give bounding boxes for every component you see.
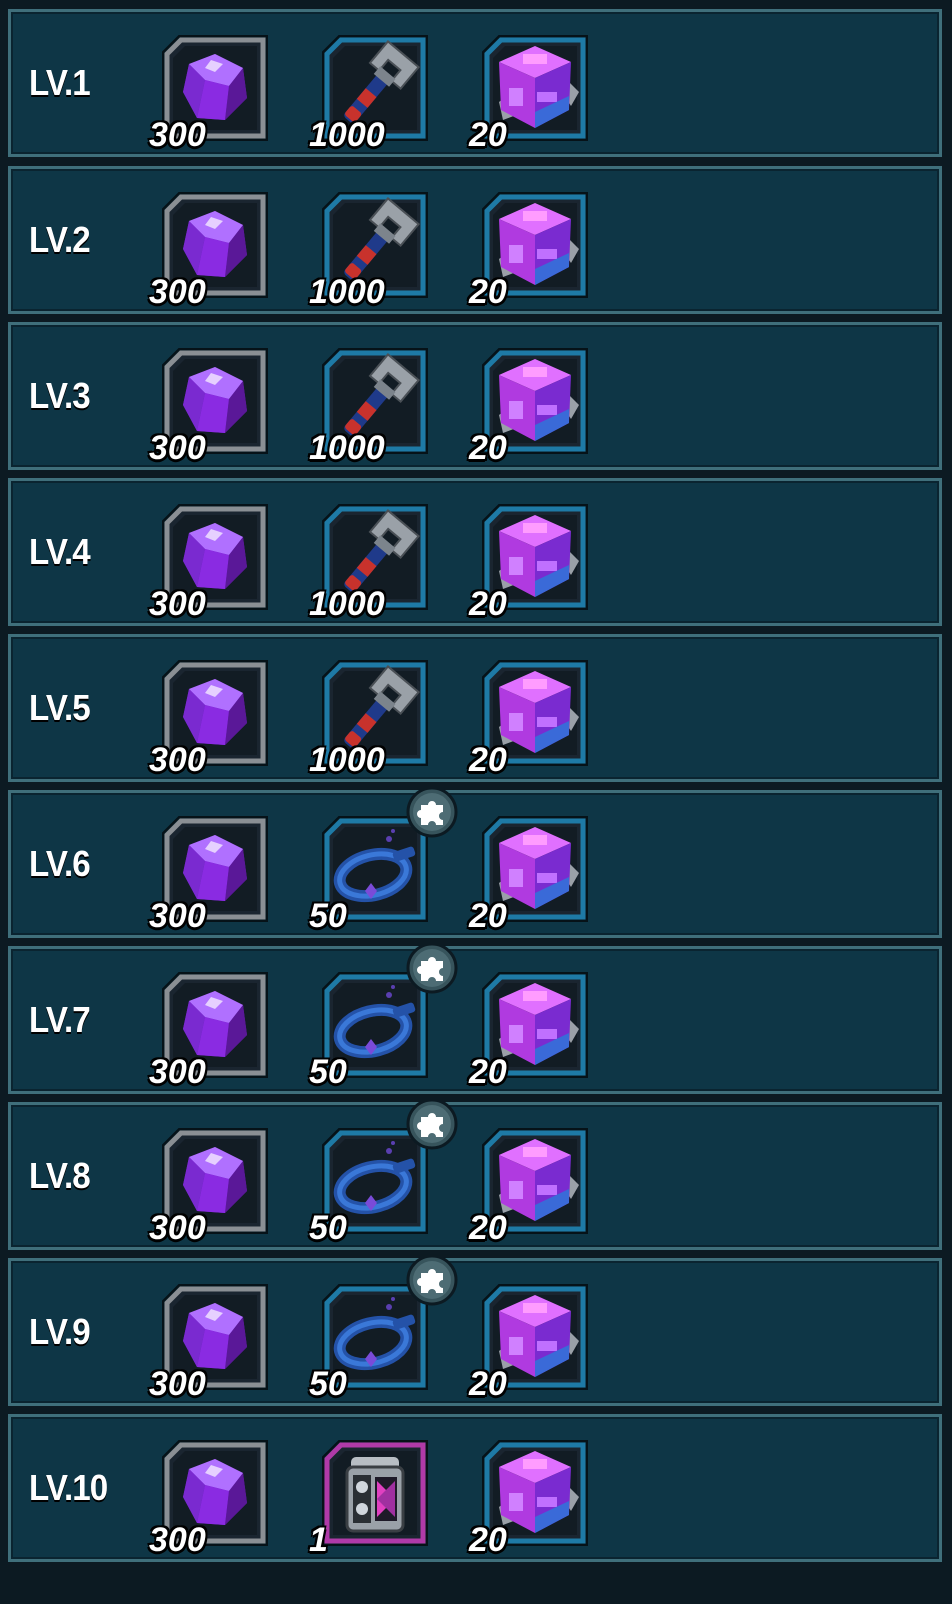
reward-quantity: 1000 — [309, 741, 385, 779]
reward-quantity: 20 — [469, 741, 507, 779]
reward-quantity: 1000 — [309, 116, 385, 154]
reward-item-slot[interactable]: 300 — [149, 1437, 271, 1557]
reward-quantity: 300 — [149, 585, 206, 623]
level-label: LV.1 — [29, 62, 91, 103]
level-row: LV.8 300 50 20 — [8, 1098, 942, 1250]
reward-quantity: 20 — [469, 897, 507, 935]
reward-item-slot[interactable]: 300 — [149, 1125, 271, 1245]
reward-item-slot[interactable]: 1 — [309, 1437, 431, 1557]
reward-item-slot[interactable]: 300 — [149, 1281, 271, 1401]
level-row: LV.9 300 50 20 — [8, 1254, 942, 1406]
level-row: LV.4 300 1000 20 — [8, 478, 942, 626]
level-row: LV.7 300 50 20 — [8, 942, 942, 1094]
reward-quantity: 300 — [149, 273, 206, 311]
level-label: LV.9 — [29, 1311, 91, 1352]
reward-item-slot[interactable]: 20 — [469, 657, 591, 777]
reward-item-slot[interactable]: 20 — [469, 189, 591, 309]
reward-item-slot[interactable]: 20 — [469, 969, 591, 1089]
level-label: LV.6 — [29, 843, 91, 884]
reward-item-slot[interactable]: 1000 — [309, 657, 431, 777]
level-reward-list: LV.1 300 1000 20 LV.2 300 1000 20 LV.3 3… — [0, 0, 952, 1604]
level-row: LV.2 300 1000 20 — [8, 166, 942, 314]
reward-quantity: 1000 — [309, 273, 385, 311]
puzzle-fragment-badge-icon — [406, 942, 458, 994]
level-row: LV.5 300 1000 20 — [8, 634, 942, 782]
reward-quantity: 300 — [149, 741, 206, 779]
reward-item-slot[interactable]: 50 — [309, 1098, 458, 1245]
puzzle-fragment-badge-icon — [406, 786, 458, 838]
reward-quantity: 50 — [309, 1053, 347, 1091]
reward-quantity: 300 — [149, 116, 206, 154]
reward-item-slot[interactable]: 300 — [149, 501, 271, 621]
level-row: LV.6 300 50 20 — [8, 786, 942, 938]
reward-item-slot[interactable]: 50 — [309, 1254, 458, 1401]
reward-quantity: 1000 — [309, 585, 385, 623]
reward-item-slot[interactable]: 20 — [469, 813, 591, 933]
reward-item-slot[interactable]: 1000 — [309, 345, 431, 465]
reward-item-slot[interactable]: 300 — [149, 189, 271, 309]
reward-item-slot[interactable]: 20 — [469, 32, 591, 152]
reward-quantity: 50 — [309, 1209, 347, 1247]
reward-item-slot[interactable]: 300 — [149, 345, 271, 465]
reward-item-slot[interactable]: 20 — [469, 1437, 591, 1557]
reward-quantity: 300 — [149, 1209, 206, 1247]
reward-quantity: 1 — [309, 1521, 328, 1559]
reward-quantity: 20 — [469, 1209, 507, 1247]
level-label: LV.10 — [29, 1467, 108, 1508]
reward-quantity: 300 — [149, 897, 206, 935]
reward-item-slot[interactable]: 1000 — [309, 189, 431, 309]
reward-quantity: 50 — [309, 897, 347, 935]
reward-item-slot[interactable]: 50 — [309, 942, 458, 1089]
reward-quantity: 1000 — [309, 429, 385, 467]
reward-quantity: 20 — [469, 1053, 507, 1091]
reward-item-slot[interactable]: 300 — [149, 969, 271, 1089]
level-label: LV.8 — [29, 1155, 91, 1196]
reward-item-slot[interactable]: 20 — [469, 345, 591, 465]
reward-quantity: 20 — [469, 273, 507, 311]
level-label: LV.7 — [29, 999, 91, 1040]
reward-item-slot[interactable]: 1000 — [309, 32, 431, 152]
reward-quantity: 300 — [149, 1521, 206, 1559]
reward-quantity: 20 — [469, 585, 507, 623]
reward-item-slot[interactable]: 20 — [469, 1281, 591, 1401]
level-label: LV.2 — [29, 219, 91, 260]
reward-quantity: 20 — [469, 429, 507, 467]
reward-item-slot[interactable]: 1000 — [309, 501, 431, 621]
reward-item-slot[interactable]: 20 — [469, 501, 591, 621]
reward-quantity: 20 — [469, 1521, 507, 1559]
reward-quantity: 50 — [309, 1365, 347, 1403]
reward-quantity: 300 — [149, 1365, 206, 1403]
puzzle-fragment-badge-icon — [406, 1254, 458, 1306]
reward-item-slot[interactable]: 50 — [309, 786, 458, 933]
level-row: LV.10 300 1 20 — [8, 1414, 942, 1562]
reward-item-slot[interactable]: 300 — [149, 813, 271, 933]
reward-quantity: 20 — [469, 1365, 507, 1403]
level-label: LV.5 — [29, 687, 91, 728]
reward-item-slot[interactable]: 300 — [149, 657, 271, 777]
level-row: LV.1 300 1000 20 — [8, 9, 942, 157]
reward-quantity: 20 — [469, 116, 507, 154]
reward-item-slot[interactable]: 300 — [149, 32, 271, 152]
reward-item-slot[interactable]: 20 — [469, 1125, 591, 1245]
reward-quantity: 300 — [149, 429, 206, 467]
level-label: LV.3 — [29, 375, 91, 416]
level-label: LV.4 — [29, 531, 91, 572]
level-row: LV.3 300 1000 20 — [8, 322, 942, 470]
puzzle-fragment-badge-icon — [406, 1098, 458, 1150]
reward-quantity: 300 — [149, 1053, 206, 1091]
